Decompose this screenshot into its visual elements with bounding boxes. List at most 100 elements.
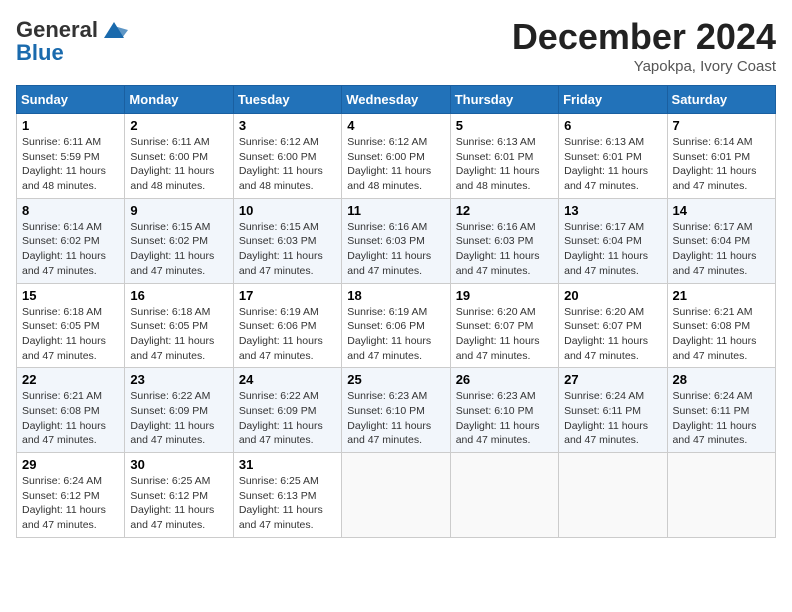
calendar-cell: 5 Sunrise: 6:13 AM Sunset: 6:01 PM Daylig… (450, 114, 558, 199)
cell-sun-info: Sunrise: 6:11 AM Sunset: 5:59 PM Dayligh… (22, 135, 119, 194)
calendar-cell (450, 453, 558, 538)
cell-sun-info: Sunrise: 6:18 AM Sunset: 6:05 PM Dayligh… (130, 305, 227, 364)
calendar-cell (342, 453, 450, 538)
calendar-cell: 15 Sunrise: 6:18 AM Sunset: 6:05 PM Dayli… (17, 283, 125, 368)
cell-sun-info: Sunrise: 6:22 AM Sunset: 6:09 PM Dayligh… (239, 389, 336, 448)
weekday-header-friday: Friday (559, 86, 667, 114)
cell-sun-info: Sunrise: 6:19 AM Sunset: 6:06 PM Dayligh… (347, 305, 444, 364)
calendar-cell: 30Sunrise: 6:25 AM Sunset: 6:12 PM Dayli… (125, 453, 233, 538)
day-number: 8 (22, 203, 119, 218)
calendar-cell: 3 Sunrise: 6:12 AM Sunset: 6:00 PM Daylig… (233, 114, 341, 199)
calendar-week-row: 22 Sunrise: 6:21 AM Sunset: 6:08 PM Dayli… (17, 368, 776, 453)
title-block: December 2024 Yapokpa, Ivory Coast (512, 16, 776, 75)
calendar-cell: 25Sunrise: 6:23 AM Sunset: 6:10 PM Dayli… (342, 368, 450, 453)
calendar-cell: 29 Sunrise: 6:24 AM Sunset: 6:12 PM Dayli… (17, 453, 125, 538)
calendar-cell: 7 Sunrise: 6:14 AM Sunset: 6:01 PM Daylig… (667, 114, 775, 199)
cell-sun-info: Sunrise: 6:17 AM Sunset: 6:04 PM Dayligh… (564, 220, 661, 279)
month-title: December 2024 (512, 16, 776, 58)
day-number: 12 (456, 203, 553, 218)
cell-sun-info: Sunrise: 6:20 AM Sunset: 6:07 PM Dayligh… (456, 305, 553, 364)
day-number: 30 (130, 457, 227, 472)
calendar-cell: 21Sunrise: 6:21 AM Sunset: 6:08 PM Dayli… (667, 283, 775, 368)
calendar-cell: 31Sunrise: 6:25 AM Sunset: 6:13 PM Dayli… (233, 453, 341, 538)
logo: General Blue (16, 16, 128, 66)
day-number: 14 (673, 203, 770, 218)
calendar-week-row: 15 Sunrise: 6:18 AM Sunset: 6:05 PM Dayli… (17, 283, 776, 368)
calendar-cell: 20 Sunrise: 6:20 AM Sunset: 6:07 PM Dayli… (559, 283, 667, 368)
logo-icon (100, 16, 128, 44)
cell-sun-info: Sunrise: 6:21 AM Sunset: 6:08 PM Dayligh… (22, 389, 119, 448)
cell-sun-info: Sunrise: 6:11 AM Sunset: 6:00 PM Dayligh… (130, 135, 227, 194)
cell-sun-info: Sunrise: 6:13 AM Sunset: 6:01 PM Dayligh… (564, 135, 661, 194)
weekday-header-thursday: Thursday (450, 86, 558, 114)
weekday-header-row: SundayMondayTuesdayWednesdayThursdayFrid… (17, 86, 776, 114)
cell-sun-info: Sunrise: 6:20 AM Sunset: 6:07 PM Dayligh… (564, 305, 661, 364)
day-number: 16 (130, 288, 227, 303)
day-number: 2 (130, 118, 227, 133)
calendar-cell: 23Sunrise: 6:22 AM Sunset: 6:09 PM Dayli… (125, 368, 233, 453)
cell-sun-info: Sunrise: 6:22 AM Sunset: 6:09 PM Dayligh… (130, 389, 227, 448)
calendar-cell: 13Sunrise: 6:17 AM Sunset: 6:04 PM Dayli… (559, 198, 667, 283)
calendar-cell: 19 Sunrise: 6:20 AM Sunset: 6:07 PM Dayli… (450, 283, 558, 368)
calendar-week-row: 8 Sunrise: 6:14 AM Sunset: 6:02 PM Daylig… (17, 198, 776, 283)
logo-blue-text: Blue (16, 40, 64, 65)
cell-sun-info: Sunrise: 6:18 AM Sunset: 6:05 PM Dayligh… (22, 305, 119, 364)
day-number: 26 (456, 372, 553, 387)
calendar-cell: 14 Sunrise: 6:17 AM Sunset: 6:04 PM Dayli… (667, 198, 775, 283)
calendar-cell: 8 Sunrise: 6:14 AM Sunset: 6:02 PM Daylig… (17, 198, 125, 283)
day-number: 27 (564, 372, 661, 387)
calendar-cell: 11Sunrise: 6:16 AM Sunset: 6:03 PM Dayli… (342, 198, 450, 283)
cell-sun-info: Sunrise: 6:24 AM Sunset: 6:12 PM Dayligh… (22, 474, 119, 533)
calendar-cell: 6 Sunrise: 6:13 AM Sunset: 6:01 PM Daylig… (559, 114, 667, 199)
calendar-cell: 12 Sunrise: 6:16 AM Sunset: 6:03 PM Dayli… (450, 198, 558, 283)
cell-sun-info: Sunrise: 6:12 AM Sunset: 6:00 PM Dayligh… (347, 135, 444, 194)
calendar-cell: 26Sunrise: 6:23 AM Sunset: 6:10 PM Dayli… (450, 368, 558, 453)
calendar-cell: 17 Sunrise: 6:19 AM Sunset: 6:06 PM Dayli… (233, 283, 341, 368)
day-number: 29 (22, 457, 119, 472)
day-number: 15 (22, 288, 119, 303)
weekday-header-monday: Monday (125, 86, 233, 114)
day-number: 11 (347, 203, 444, 218)
day-number: 22 (22, 372, 119, 387)
calendar-cell: 18Sunrise: 6:19 AM Sunset: 6:06 PM Dayli… (342, 283, 450, 368)
location: Yapokpa, Ivory Coast (512, 58, 776, 75)
weekday-header-saturday: Saturday (667, 86, 775, 114)
cell-sun-info: Sunrise: 6:17 AM Sunset: 6:04 PM Dayligh… (673, 220, 770, 279)
calendar-cell: 28Sunrise: 6:24 AM Sunset: 6:11 PM Dayli… (667, 368, 775, 453)
cell-sun-info: Sunrise: 6:14 AM Sunset: 6:01 PM Dayligh… (673, 135, 770, 194)
day-number: 9 (130, 203, 227, 218)
cell-sun-info: Sunrise: 6:15 AM Sunset: 6:03 PM Dayligh… (239, 220, 336, 279)
calendar-cell: 22 Sunrise: 6:21 AM Sunset: 6:08 PM Dayli… (17, 368, 125, 453)
page-header: General Blue December 2024 Yapokpa, Ivor… (16, 16, 776, 75)
calendar-cell: 10Sunrise: 6:15 AM Sunset: 6:03 PM Dayli… (233, 198, 341, 283)
calendar-table: SundayMondayTuesdayWednesdayThursdayFrid… (16, 85, 776, 538)
day-number: 5 (456, 118, 553, 133)
cell-sun-info: Sunrise: 6:19 AM Sunset: 6:06 PM Dayligh… (239, 305, 336, 364)
cell-sun-info: Sunrise: 6:12 AM Sunset: 6:00 PM Dayligh… (239, 135, 336, 194)
calendar-week-row: 29 Sunrise: 6:24 AM Sunset: 6:12 PM Dayli… (17, 453, 776, 538)
cell-sun-info: Sunrise: 6:14 AM Sunset: 6:02 PM Dayligh… (22, 220, 119, 279)
day-number: 21 (673, 288, 770, 303)
calendar-cell: 16 Sunrise: 6:18 AM Sunset: 6:05 PM Dayli… (125, 283, 233, 368)
day-number: 20 (564, 288, 661, 303)
day-number: 3 (239, 118, 336, 133)
calendar-cell (667, 453, 775, 538)
calendar-cell: 9 Sunrise: 6:15 AM Sunset: 6:02 PM Daylig… (125, 198, 233, 283)
calendar-cell: 4Sunrise: 6:12 AM Sunset: 6:00 PM Daylig… (342, 114, 450, 199)
calendar-cell (559, 453, 667, 538)
day-number: 7 (673, 118, 770, 133)
cell-sun-info: Sunrise: 6:15 AM Sunset: 6:02 PM Dayligh… (130, 220, 227, 279)
weekday-header-sunday: Sunday (17, 86, 125, 114)
calendar-cell: 2 Sunrise: 6:11 AM Sunset: 6:00 PM Daylig… (125, 114, 233, 199)
calendar-week-row: 1 Sunrise: 6:11 AM Sunset: 5:59 PM Daylig… (17, 114, 776, 199)
cell-sun-info: Sunrise: 6:25 AM Sunset: 6:13 PM Dayligh… (239, 474, 336, 533)
day-number: 17 (239, 288, 336, 303)
cell-sun-info: Sunrise: 6:13 AM Sunset: 6:01 PM Dayligh… (456, 135, 553, 194)
day-number: 1 (22, 118, 119, 133)
day-number: 19 (456, 288, 553, 303)
day-number: 6 (564, 118, 661, 133)
cell-sun-info: Sunrise: 6:16 AM Sunset: 6:03 PM Dayligh… (456, 220, 553, 279)
weekday-header-tuesday: Tuesday (233, 86, 341, 114)
weekday-header-wednesday: Wednesday (342, 86, 450, 114)
calendar-cell: 24Sunrise: 6:22 AM Sunset: 6:09 PM Dayli… (233, 368, 341, 453)
